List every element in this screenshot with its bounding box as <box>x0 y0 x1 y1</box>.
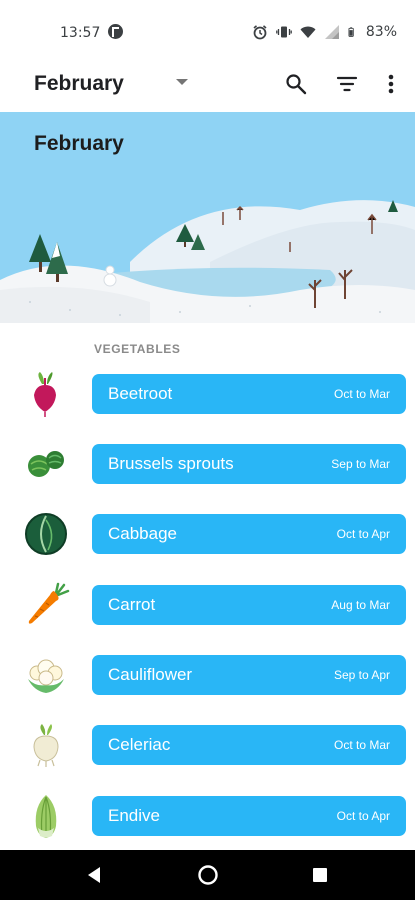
home-button[interactable] <box>196 863 220 887</box>
vegetable-name: Carrot <box>108 595 156 614</box>
snowman <box>103 265 117 287</box>
cauliflower-icon <box>28 659 64 693</box>
winter-hero-banner: February <box>0 112 415 323</box>
battery-percentage: 83% <box>365 24 397 40</box>
vegetable-pill-beetroot[interactable]: Beetroot Oct to Mar <box>92 374 406 414</box>
vegetable-season: Sep to Apr <box>333 668 390 682</box>
vegetable-name: Brussels sprouts <box>108 454 234 473</box>
status-bar: 13:57 83% <box>0 0 415 56</box>
month-dropdown[interactable]: February <box>34 70 124 98</box>
back-button[interactable] <box>82 863 106 887</box>
vegetable-name: Celeriac <box>108 735 171 754</box>
vegetable-season: Oct to Mar <box>333 387 390 401</box>
filter-icon <box>336 76 358 92</box>
search-button[interactable] <box>280 68 312 100</box>
search-icon <box>286 74 307 95</box>
home-icon <box>198 865 218 885</box>
vegetable-season: Sep to Mar <box>331 457 390 471</box>
month-dropdown-label: February <box>34 72 124 95</box>
more-vert-icon <box>388 74 394 94</box>
more-options-button[interactable] <box>375 68 407 100</box>
vegetable-pill-cauliflower[interactable]: Cauliflower Sep to Apr <box>92 655 406 695</box>
battery-icon <box>348 27 354 37</box>
recents-icon <box>313 868 327 882</box>
filter-button[interactable] <box>331 68 363 100</box>
vegetable-season: Oct to Apr <box>336 527 390 541</box>
list-item[interactable]: Celeriac Oct to Mar <box>0 721 415 791</box>
list-item[interactable]: Carrot Aug to Mar <box>0 581 415 651</box>
vegetable-name: Beetroot <box>108 384 173 403</box>
recents-button[interactable] <box>308 863 332 887</box>
vegetable-pill-carrot[interactable]: Carrot Aug to Mar <box>92 585 406 625</box>
beetroot-icon <box>34 372 56 417</box>
wifi-icon <box>300 26 316 38</box>
cabbage-icon <box>25 513 67 555</box>
vegetable-name: Cabbage <box>108 524 178 543</box>
vegetable-pill-brussels-sprouts[interactable]: Brussels sprouts Sep to Mar <box>92 444 406 484</box>
list-item[interactable]: Cabbage Oct to Apr <box>0 510 415 580</box>
brussels-sprouts-icon <box>28 451 64 477</box>
section-header: VEGETABLES <box>94 342 181 356</box>
dropdown-arrow-icon[interactable] <box>176 79 188 85</box>
list-item[interactable]: Cauliflower Sep to Apr <box>0 651 415 721</box>
status-icons: 83% <box>252 23 397 41</box>
vegetable-pill-celeriac[interactable]: Celeriac Oct to Mar <box>92 725 406 765</box>
carrot-icon <box>28 582 70 624</box>
vegetable-season: Aug to Mar <box>331 598 390 612</box>
vegetable-name: Endive <box>108 806 160 825</box>
signal-icon <box>324 25 339 39</box>
vegetable-season: Oct to Apr <box>336 809 390 823</box>
app-bar: February <box>0 56 415 112</box>
status-time: 13:57 <box>60 25 101 41</box>
vegetable-season: Oct to Mar <box>333 738 390 752</box>
list-item[interactable]: Beetroot Oct to Mar <box>0 370 415 440</box>
vegetable-pill-cabbage[interactable]: Cabbage Oct to Apr <box>92 514 406 554</box>
vibrate-icon <box>276 26 292 38</box>
list-item[interactable]: Brussels sprouts Sep to Mar <box>0 440 415 510</box>
vegetable-name: Cauliflower <box>108 665 193 684</box>
alarm-icon <box>253 25 267 40</box>
endive-icon <box>35 795 57 838</box>
hero-title: February <box>34 132 124 155</box>
back-icon <box>88 867 100 883</box>
vegetable-pill-endive[interactable]: Endive Oct to Apr <box>92 796 406 836</box>
celeriac-icon <box>33 724 59 767</box>
system-navigation-bar <box>0 850 415 900</box>
app-notification-icon <box>108 24 123 39</box>
